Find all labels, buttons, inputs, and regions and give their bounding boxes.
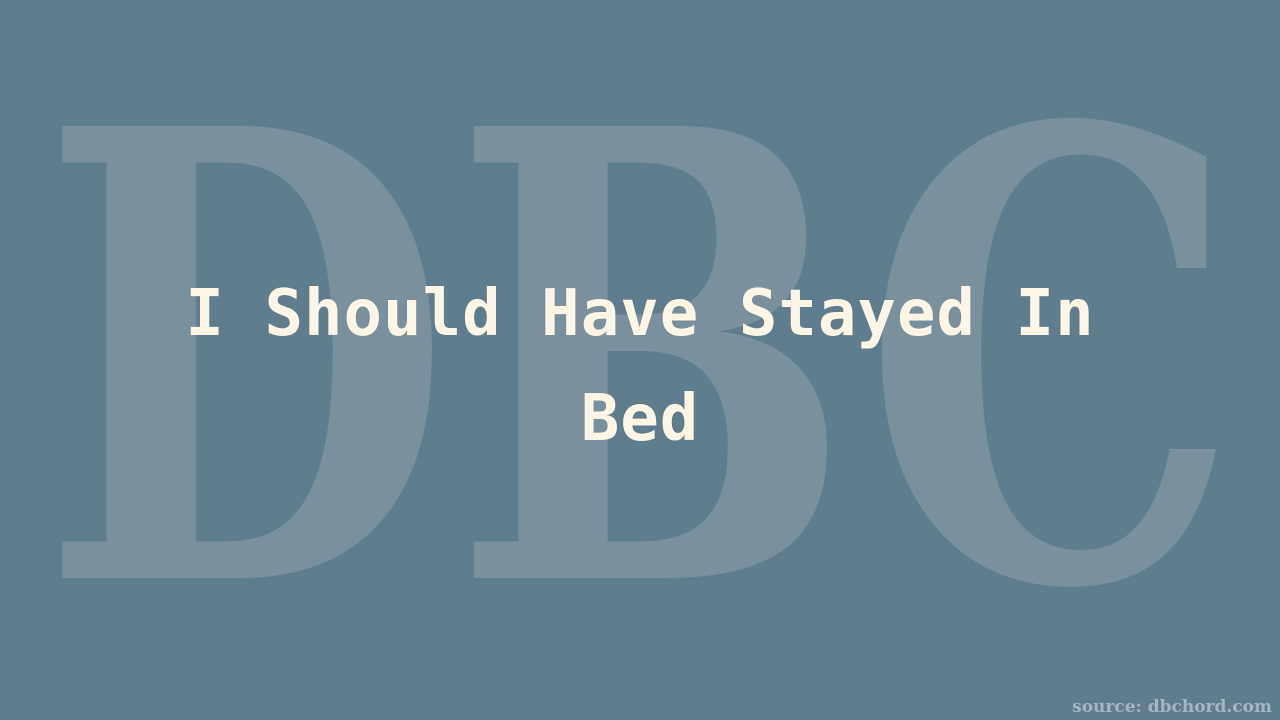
slide-canvas: DBC I Should Have Stayed In Bed source: …: [0, 0, 1280, 720]
source-credit: source: dbchord.com: [1072, 697, 1272, 717]
page-title: I Should Have Stayed In Bed: [185, 277, 1095, 456]
